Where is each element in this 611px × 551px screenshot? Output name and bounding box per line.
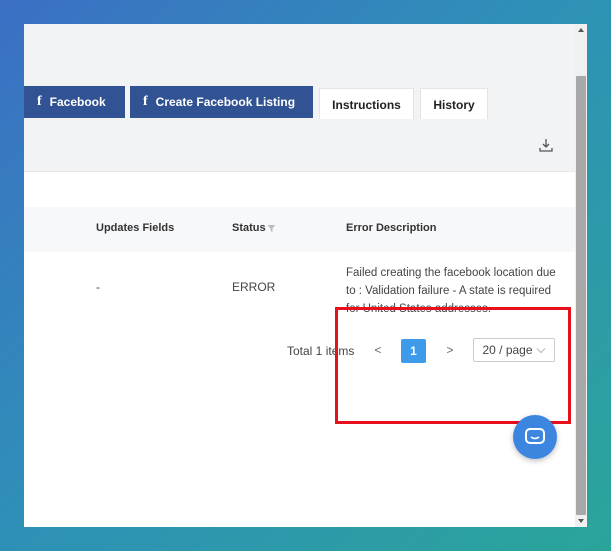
- tab-instructions[interactable]: Instructions: [319, 88, 414, 120]
- column-header-error-description: Error Description: [346, 222, 437, 234]
- scrollbar-thumb[interactable]: [576, 76, 586, 515]
- error-description-line: for United States addresses.: [346, 303, 492, 315]
- chevron-down-icon: [536, 347, 545, 353]
- scroll-up-arrow-icon[interactable]: [575, 24, 587, 36]
- tab-history[interactable]: History: [420, 88, 488, 120]
- download-icon[interactable]: [538, 137, 554, 153]
- chat-icon: [525, 428, 545, 444]
- page-size-value: 20 / page: [482, 343, 533, 357]
- error-description-line: Failed creating the facebook location du…: [346, 267, 556, 279]
- table-row: - ERROR Failed creating the facebook loc…: [24, 252, 575, 327]
- tab-history-label: History: [433, 97, 475, 112]
- tab-bar: f Facebook f Create Facebook Listing Ins…: [24, 81, 575, 120]
- cell-error-description: Failed creating the facebook location du…: [346, 264, 556, 318]
- main-content: f Facebook f Create Facebook Listing Ins…: [24, 24, 575, 527]
- tab-create-facebook-listing[interactable]: f Create Facebook Listing: [130, 86, 313, 118]
- table-toolbar: [24, 119, 575, 172]
- cell-status: ERROR: [232, 280, 276, 294]
- page-size-select[interactable]: 20 / page: [473, 338, 555, 362]
- app-window: f Facebook f Create Facebook Listing Ins…: [24, 24, 587, 527]
- tab-create-facebook-listing-label: Create Facebook Listing: [155, 95, 296, 109]
- vertical-scrollbar[interactable]: [575, 24, 587, 527]
- cell-updates-fields: -: [96, 280, 100, 294]
- pagination-page-1[interactable]: 1: [401, 339, 426, 363]
- filter-icon[interactable]: [267, 224, 276, 233]
- tab-facebook-label: Facebook: [49, 95, 106, 109]
- scroll-down-arrow-icon[interactable]: [575, 515, 587, 527]
- history-panel: Updates Fields Status Error Description …: [24, 119, 575, 527]
- filter-strip: [24, 172, 575, 207]
- pagination-total: Total 1 items: [287, 344, 355, 358]
- column-header-updates-fields: Updates Fields: [96, 222, 175, 234]
- empty-area: [24, 376, 575, 527]
- facebook-icon: f: [37, 94, 42, 109]
- chat-button[interactable]: [513, 415, 557, 459]
- table-header: Updates Fields Status Error Description: [24, 207, 575, 253]
- error-description-line: to : Validation failure - A state is req…: [346, 285, 551, 297]
- tab-instructions-label: Instructions: [332, 97, 401, 112]
- pagination-next-button[interactable]: >: [442, 338, 458, 362]
- tab-facebook[interactable]: f Facebook: [24, 86, 125, 118]
- column-header-status: Status: [232, 222, 266, 234]
- pagination: Total 1 items < 1 > 20 / page: [24, 326, 575, 376]
- pagination-prev-button[interactable]: <: [370, 338, 386, 362]
- facebook-icon: f: [143, 94, 148, 109]
